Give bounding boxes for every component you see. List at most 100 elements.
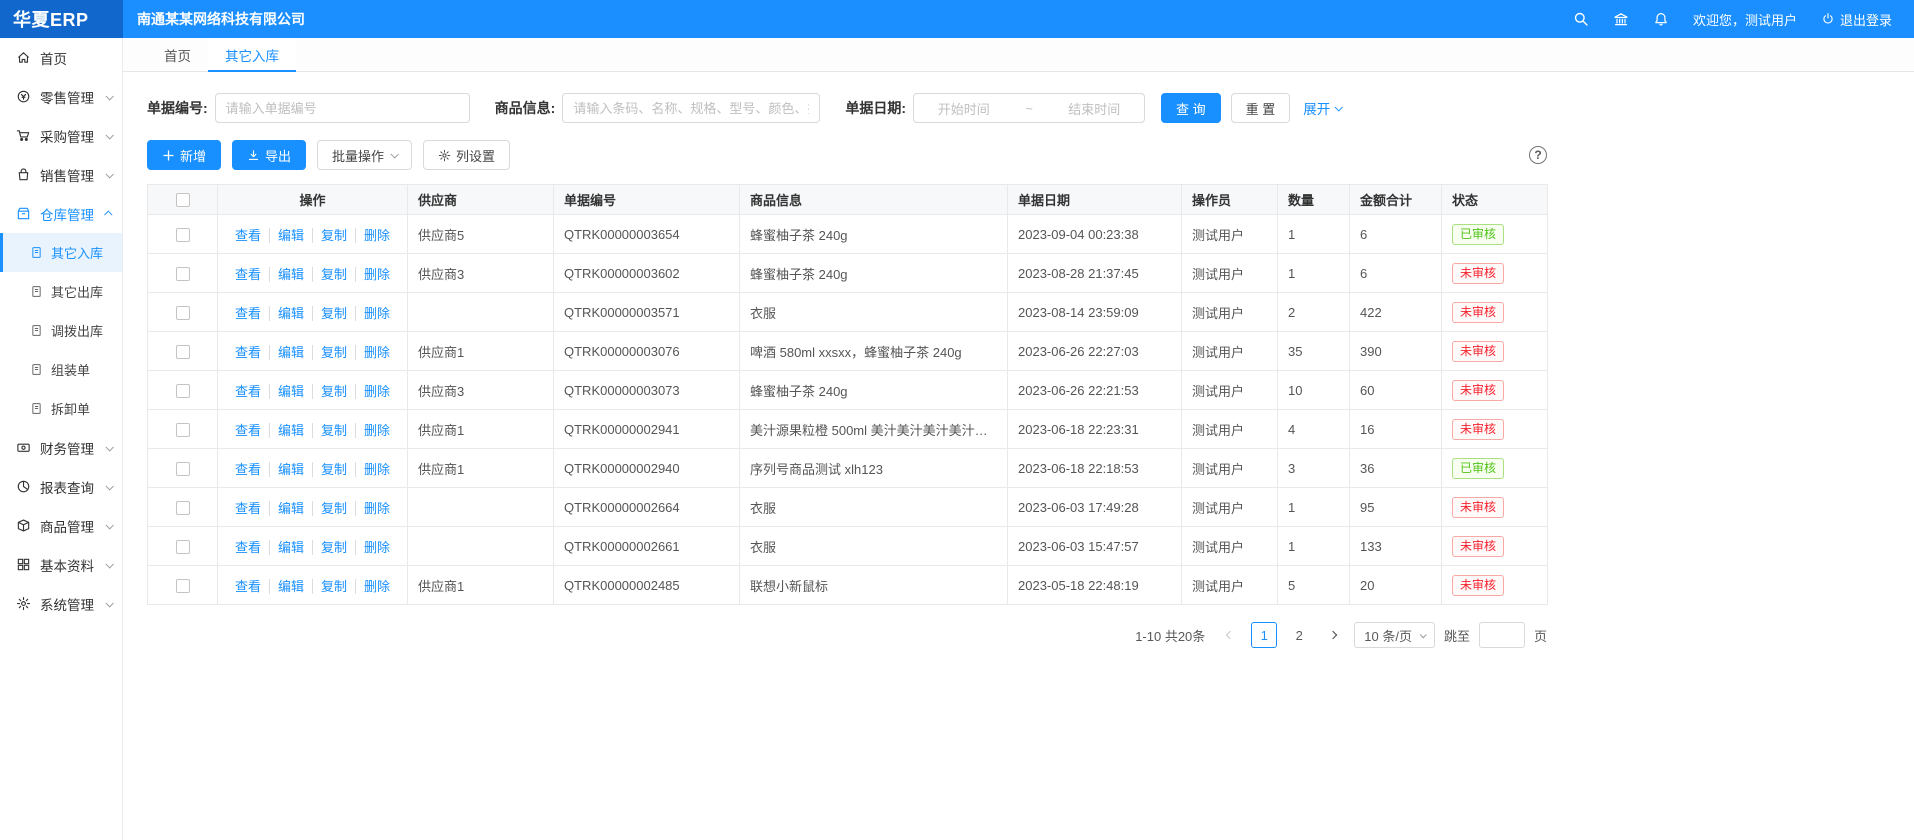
edit-link[interactable]: 编辑	[269, 501, 304, 516]
sidebar-item-transfer-outbound[interactable]: 调拨出库	[0, 311, 122, 350]
page-1-button[interactable]: 1	[1251, 622, 1277, 648]
doc-no-cell: QTRK00000003602	[554, 254, 740, 293]
sidebar-item-other-outbound[interactable]: 其它出库	[0, 272, 122, 311]
batch-actions-label: 批量操作	[332, 146, 384, 165]
sidebar-item-goods[interactable]: 商品管理	[0, 506, 122, 545]
copy-link[interactable]: 复制	[312, 267, 347, 282]
sidebar-item-warehouse[interactable]: 仓库管理	[0, 194, 122, 233]
header-doc-no: 单据编号	[554, 185, 740, 215]
copy-link[interactable]: 复制	[312, 462, 347, 477]
column-settings-button[interactable]: 列设置	[423, 140, 510, 170]
view-link[interactable]: 查看	[235, 462, 261, 477]
edit-link[interactable]: 编辑	[269, 540, 304, 555]
view-link[interactable]: 查看	[235, 423, 261, 438]
row-checkbox[interactable]	[176, 462, 190, 476]
view-link[interactable]: 查看	[235, 267, 261, 282]
tab-other-inbound[interactable]: 其它入库	[208, 38, 296, 71]
view-link[interactable]: 查看	[235, 345, 261, 360]
reset-button[interactable]: 重 置	[1231, 93, 1291, 123]
next-page-button[interactable]	[1321, 622, 1345, 648]
page-size-select[interactable]: 10 条/页	[1354, 622, 1435, 648]
view-link[interactable]: 查看	[235, 228, 261, 243]
copy-link[interactable]: 复制	[312, 228, 347, 243]
sidebar-item-disassembly[interactable]: 拆卸单	[0, 389, 122, 428]
app-logo[interactable]: 华夏ERP	[0, 0, 123, 38]
row-checkbox[interactable]	[176, 423, 190, 437]
edit-link[interactable]: 编辑	[269, 384, 304, 399]
edit-link[interactable]: 编辑	[269, 423, 304, 438]
copy-link[interactable]: 复制	[312, 540, 347, 555]
delete-link[interactable]: 删除	[355, 540, 390, 555]
view-link[interactable]: 查看	[235, 501, 261, 516]
delete-link[interactable]: 删除	[355, 501, 390, 516]
view-link[interactable]: 查看	[235, 384, 261, 399]
doc-no-cell: QTRK00000002664	[554, 488, 740, 527]
sidebar-item-reports[interactable]: 报表查询	[0, 467, 122, 506]
jump-page-input[interactable]	[1479, 622, 1525, 648]
copy-link[interactable]: 复制	[312, 306, 347, 321]
sidebar-item-sales[interactable]: 销售管理	[0, 155, 122, 194]
sidebar-item-basicdata[interactable]: 基本资料	[0, 545, 122, 584]
row-checkbox[interactable]	[176, 345, 190, 359]
view-link[interactable]: 查看	[235, 540, 261, 555]
copy-link[interactable]: 复制	[312, 384, 347, 399]
status-badge: 未审核	[1452, 575, 1504, 596]
date-range-picker[interactable]: 开始时间 ~ 结束时间	[913, 93, 1145, 123]
bank-icon[interactable]	[1613, 11, 1629, 27]
delete-link[interactable]: 删除	[355, 384, 390, 399]
batch-actions-button[interactable]: 批量操作	[317, 140, 412, 170]
row-checkbox[interactable]	[176, 579, 190, 593]
search-button[interactable]: 查 询	[1161, 93, 1221, 123]
logout-button[interactable]: 退出登录	[1821, 10, 1892, 29]
edit-link[interactable]: 编辑	[269, 579, 304, 594]
delete-link[interactable]: 删除	[355, 423, 390, 438]
edit-link[interactable]: 编辑	[269, 267, 304, 282]
delete-link[interactable]: 删除	[355, 462, 390, 477]
amount-cell: 390	[1350, 332, 1442, 371]
export-button[interactable]: 导出	[232, 140, 306, 170]
copy-link[interactable]: 复制	[312, 345, 347, 360]
copy-link[interactable]: 复制	[312, 501, 347, 516]
sidebar-item-system[interactable]: 系统管理	[0, 584, 122, 623]
row-checkbox[interactable]	[176, 501, 190, 515]
delete-link[interactable]: 删除	[355, 345, 390, 360]
row-checkbox[interactable]	[176, 540, 190, 554]
row-checkbox[interactable]	[176, 384, 190, 398]
row-checkbox[interactable]	[176, 228, 190, 242]
row-checkbox[interactable]	[176, 306, 190, 320]
delete-link[interactable]: 删除	[355, 267, 390, 282]
view-link[interactable]: 查看	[235, 579, 261, 594]
sidebar-item-retail[interactable]: 零售管理	[0, 77, 122, 116]
doc-no-input[interactable]	[215, 93, 470, 123]
sidebar-item-finance[interactable]: 财务管理	[0, 428, 122, 467]
sidebar-item-assembly[interactable]: 组装单	[0, 350, 122, 389]
copy-link[interactable]: 复制	[312, 423, 347, 438]
edit-link[interactable]: 编辑	[269, 306, 304, 321]
view-link[interactable]: 查看	[235, 306, 261, 321]
sidebar-item-purchase[interactable]: 采购管理	[0, 116, 122, 155]
product-info-input[interactable]	[562, 93, 820, 123]
doc-no-cell: QTRK00000002661	[554, 527, 740, 566]
edit-link[interactable]: 编辑	[269, 228, 304, 243]
prev-page-button[interactable]	[1218, 622, 1242, 648]
home-icon	[16, 50, 32, 65]
document-icon	[30, 402, 44, 415]
bell-icon[interactable]	[1653, 11, 1669, 27]
help-icon[interactable]	[1529, 146, 1547, 164]
edit-link[interactable]: 编辑	[269, 462, 304, 477]
select-all-checkbox[interactable]	[176, 193, 190, 207]
expand-filters-link[interactable]: 展开	[1303, 98, 1341, 118]
delete-link[interactable]: 删除	[355, 228, 390, 243]
delete-link[interactable]: 删除	[355, 306, 390, 321]
edit-link[interactable]: 编辑	[269, 345, 304, 360]
delete-link[interactable]: 删除	[355, 579, 390, 594]
search-icon[interactable]	[1573, 11, 1589, 27]
supplier-cell: 供应商5	[408, 215, 554, 254]
add-button[interactable]: 新增	[147, 140, 221, 170]
copy-link[interactable]: 复制	[312, 579, 347, 594]
sidebar-item-other-inbound[interactable]: 其它入库	[0, 233, 122, 272]
page-2-button[interactable]: 2	[1286, 622, 1312, 648]
tab-home[interactable]: 首页	[147, 38, 208, 71]
sidebar-item-home[interactable]: 首页	[0, 38, 122, 77]
row-checkbox[interactable]	[176, 267, 190, 281]
